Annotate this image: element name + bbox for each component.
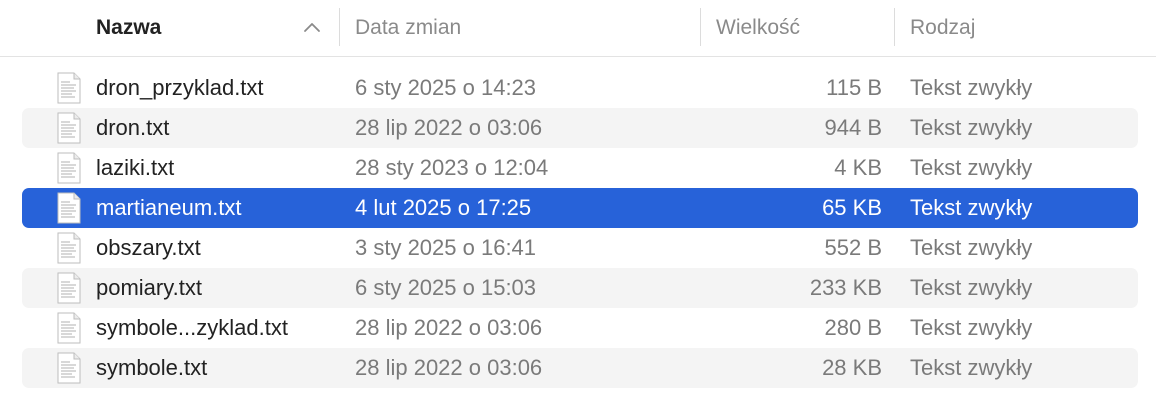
file-name: pomiary.txt — [96, 275, 202, 300]
file-size: 4 KB — [834, 155, 882, 180]
file-name: obszary.txt — [96, 235, 201, 260]
file-date-modified: 6 sty 2025 o 15:03 — [355, 275, 537, 300]
file-date-modified: 28 lip 2022 o 03:06 — [355, 115, 543, 140]
file-row[interactable]: symbole.txt 28 lip 2022 o 03:06 28 KB Tekst… — [22, 348, 1138, 388]
file-row[interactable]: symbole...zyklad.txt 28 lip 2022 o 03:06 2… — [22, 308, 1138, 348]
column-header-date-label: Data zmian — [355, 16, 462, 39]
file-kind: Tekst zwykły — [910, 115, 1033, 140]
column-divider[interactable] — [894, 8, 895, 46]
column-divider[interactable] — [339, 8, 340, 46]
file-kind: Tekst zwykły — [910, 235, 1033, 260]
column-header-date[interactable]: Data zmian — [355, 0, 700, 56]
file-kind: Tekst zwykły — [910, 155, 1033, 180]
file-name: dron_przyklad.txt — [96, 75, 264, 100]
file-kind: Tekst zwykły — [910, 275, 1033, 300]
file-row[interactable]: dron_przyklad.txt 6 sty 2025 o 14:23 115 B… — [22, 68, 1138, 108]
file-size: 552 B — [824, 235, 883, 260]
column-header-name-label: Nazwa — [96, 16, 162, 39]
file-name: dron.txt — [96, 115, 170, 140]
file-row[interactable]: dron.txt 28 lip 2022 o 03:06 944 B Tekst zw… — [22, 108, 1138, 148]
file-kind: Tekst zwykły — [910, 195, 1033, 220]
file-date-modified: 28 lip 2022 o 03:06 — [355, 315, 543, 340]
file-row[interactable]: obszary.txt 3 sty 2025 o 16:41 552 B Tekst … — [22, 228, 1138, 268]
column-header-kind-label: Rodzaj — [910, 16, 976, 39]
file-kind: Tekst zwykły — [910, 315, 1033, 340]
text-file-icon — [56, 272, 82, 304]
chevron-up-icon[interactable] — [303, 20, 321, 34]
file-size: 233 KB — [809, 275, 882, 300]
text-file-icon — [56, 72, 82, 104]
file-row[interactable]: laziki.txt 28 sty 2023 o 12:04 4 KB Tekst z… — [22, 148, 1138, 188]
file-row[interactable]: martianeum.txt 4 lut 2025 o 17:25 65 KB Tek… — [22, 188, 1138, 228]
text-file-icon — [56, 312, 82, 344]
text-file-icon — [56, 152, 82, 184]
file-size: 65 KB — [822, 195, 882, 220]
file-name: laziki.txt — [96, 155, 175, 180]
file-name: symbole...zyklad.txt — [96, 315, 288, 340]
file-size: 28 KB — [822, 355, 882, 380]
column-header: Nazwa Data zmian Wielkość Rodzaj — [0, 0, 1156, 57]
file-size: 115 B — [826, 75, 882, 100]
file-size: 944 B — [824, 115, 883, 140]
file-size: 280 B — [824, 315, 883, 340]
file-name: symbole.txt — [96, 355, 208, 380]
file-date-modified: 28 lip 2022 o 03:06 — [355, 355, 543, 380]
text-file-icon — [56, 232, 82, 264]
text-file-icon — [56, 192, 82, 224]
finder-list-view: Nazwa Data zmian Wielkość Rodzaj dron_pr… — [0, 0, 1156, 418]
column-header-size[interactable]: Wielkość — [716, 0, 894, 56]
file-date-modified: 3 sty 2025 o 16:41 — [355, 235, 537, 260]
file-date-modified: 6 sty 2025 o 14:23 — [355, 75, 537, 100]
file-name: martianeum.txt — [96, 195, 242, 220]
text-file-icon — [56, 352, 82, 384]
file-date-modified: 4 lut 2025 o 17:25 — [355, 195, 532, 220]
file-kind: Tekst zwykły — [910, 75, 1033, 100]
file-kind: Tekst zwykły — [910, 355, 1033, 380]
file-row[interactable]: pomiary.txt 6 sty 2025 o 15:03 233 KB Tekst… — [22, 268, 1138, 308]
column-header-size-label: Wielkość — [716, 16, 801, 39]
column-header-kind[interactable]: Rodzaj — [910, 0, 1150, 56]
text-file-icon — [56, 112, 82, 144]
column-divider[interactable] — [700, 8, 701, 46]
file-date-modified: 28 sty 2023 o 12:04 — [355, 155, 549, 180]
